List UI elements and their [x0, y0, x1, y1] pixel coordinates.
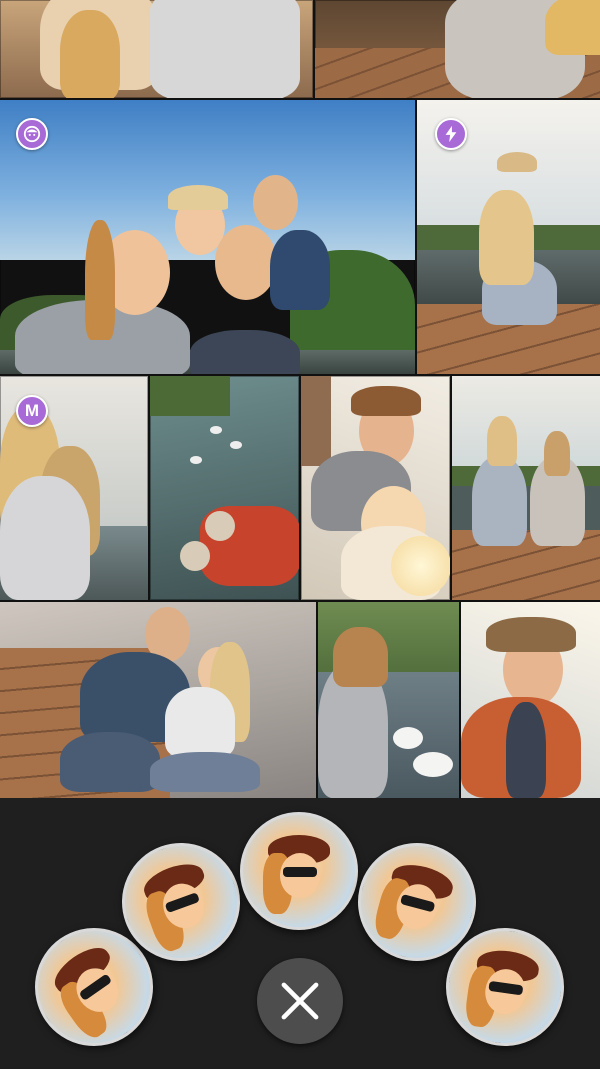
- flash-badge[interactable]: [435, 118, 467, 150]
- photo-group-boat[interactable]: [0, 100, 415, 374]
- sticker-option-3[interactable]: [240, 812, 358, 930]
- lightning-icon: [445, 125, 457, 143]
- photo-couple-sunlight[interactable]: [301, 376, 450, 600]
- photo-couple-pier[interactable]: [0, 602, 316, 798]
- face-icon: [23, 125, 41, 143]
- photo-boy-hat[interactable]: [461, 602, 600, 798]
- photo-swans-feet[interactable]: [150, 376, 299, 600]
- photo-top-right[interactable]: [315, 0, 600, 98]
- m-badge[interactable]: M: [16, 395, 48, 427]
- close-button[interactable]: [257, 958, 343, 1044]
- photo-girl-swans[interactable]: [318, 602, 459, 798]
- face-badge[interactable]: [16, 118, 48, 150]
- photo-two-girls-dock[interactable]: [452, 376, 600, 600]
- photo-collage: M: [0, 0, 600, 798]
- m-badge-label: M: [24, 401, 40, 420]
- photo-top-left[interactable]: [0, 0, 313, 98]
- close-icon: [281, 982, 319, 1020]
